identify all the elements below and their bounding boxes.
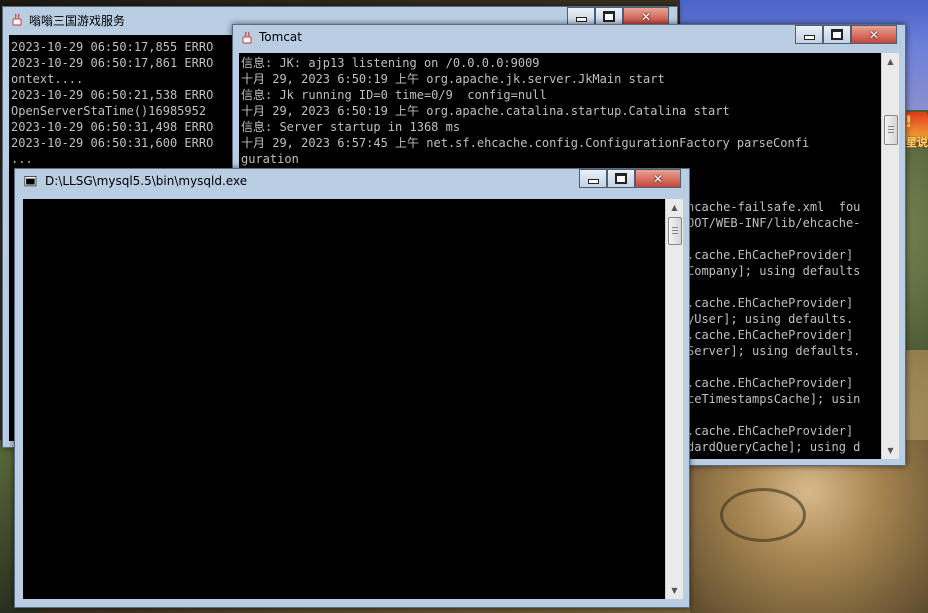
console-line: .cache.EhCacheProvider] <box>687 248 854 262</box>
mysqld-vertical-scrollbar[interactable]: ▲ ▼ <box>665 199 683 599</box>
scrollbar-thumb[interactable] <box>884 115 898 145</box>
mysqld-window[interactable]: D:\LLSG\mysql5.5\bin\mysqld.exe ✕ ▲ ▼ <box>14 168 690 608</box>
tomcat-titlebar[interactable]: Tomcat ✕ <box>233 25 905 51</box>
close-icon: ✕ <box>640 9 652 24</box>
scroll-down-arrow-icon[interactable]: ▼ <box>882 442 899 459</box>
scrollbar-thumb[interactable] <box>668 217 682 245</box>
mysqld-titlebar[interactable]: D:\LLSG\mysql5.5\bin\mysqld.exe ✕ <box>15 169 689 195</box>
console-window-icon <box>24 176 37 187</box>
console-line: Server]; using defaults. <box>687 344 861 358</box>
console-line: dardQueryCache]; using d <box>687 440 861 454</box>
maximize-icon <box>615 173 627 184</box>
scroll-down-arrow-icon[interactable]: ▼ <box>666 582 683 599</box>
tomcat-close-button[interactable]: ✕ <box>851 25 897 44</box>
tomcat-vertical-scrollbar[interactable]: ▲ ▼ <box>881 53 899 459</box>
scroll-up-arrow-icon[interactable]: ▲ <box>882 53 899 70</box>
minimize-icon <box>803 35 815 40</box>
mysqld-close-button[interactable]: ✕ <box>635 169 681 188</box>
game-server-title: 嗡嗡三国游戏服务 <box>29 14 126 28</box>
desktop-promo-badge-mark: ! <box>905 112 913 131</box>
scrollbar-grip <box>672 227 678 228</box>
scrollbar-grip <box>672 230 678 231</box>
java-cup-icon <box>12 13 22 26</box>
console-line: .cache.EhCacheProvider] <box>687 424 854 438</box>
console-line: .cache.EhCacheProvider] <box>687 376 854 390</box>
desktop-emblem <box>720 488 806 542</box>
console-line: ceTimestampsCache]; usin <box>687 392 861 406</box>
tomcat-maximize-button[interactable] <box>823 25 851 44</box>
mysqld-console[interactable] <box>23 199 665 599</box>
console-line: 十月 29, 2023 6:50:19 上午 org.apache.catali… <box>241 104 730 118</box>
tomcat-title: Tomcat <box>259 30 302 44</box>
scrollbar-grip <box>888 132 894 133</box>
tomcat-minimize-button[interactable] <box>795 25 823 44</box>
console-line: 十月 29, 2023 6:57:45 上午 net.sf.ehcache.co… <box>241 136 810 150</box>
maximize-icon <box>831 29 843 40</box>
console-line: 信息: Jk running ID=0 time=0/9 config=null <box>241 88 547 102</box>
close-icon: ✕ <box>652 171 664 186</box>
console-line: .cache.EhCacheProvider] <box>687 328 854 342</box>
desktop-promo-badge-text: 星说 <box>906 136 928 149</box>
console-line: 信息: JK: ajp13 listening on /0.0.0.0:9009 <box>241 56 540 70</box>
scrollbar-grip <box>888 129 894 130</box>
mysqld-minimize-button[interactable] <box>579 169 607 188</box>
close-icon: ✕ <box>868 27 880 42</box>
java-cup-icon <box>242 31 252 44</box>
tomcat-console-visible-column: hcache-failsafe.xml fou OOT/WEB-INF/lib/… <box>687 199 860 455</box>
console-line: guration <box>241 152 299 166</box>
console-line: 十月 29, 2023 6:50:19 上午 org.apache.jk.ser… <box>241 72 665 86</box>
mysqld-maximize-button[interactable] <box>607 169 635 188</box>
console-line: yUser]; using defaults. <box>687 312 854 326</box>
maximize-icon <box>603 11 615 22</box>
console-line: Company]; using defaults <box>687 264 861 278</box>
console-line: OOT/WEB-INF/lib/ehcache- <box>687 216 861 230</box>
console-line: hcache-failsafe.xml fou <box>687 200 861 214</box>
console-line: 信息: Server startup in 1368 ms <box>241 120 461 134</box>
minimize-icon <box>587 179 599 184</box>
scrollbar-grip <box>672 233 678 234</box>
scrollbar-grip <box>888 126 894 127</box>
mysqld-title: D:\LLSG\mysql5.5\bin\mysqld.exe <box>45 174 248 188</box>
minimize-icon <box>575 17 587 22</box>
scroll-up-arrow-icon[interactable]: ▲ <box>666 199 683 216</box>
console-line: .cache.EhCacheProvider] <box>687 296 854 310</box>
